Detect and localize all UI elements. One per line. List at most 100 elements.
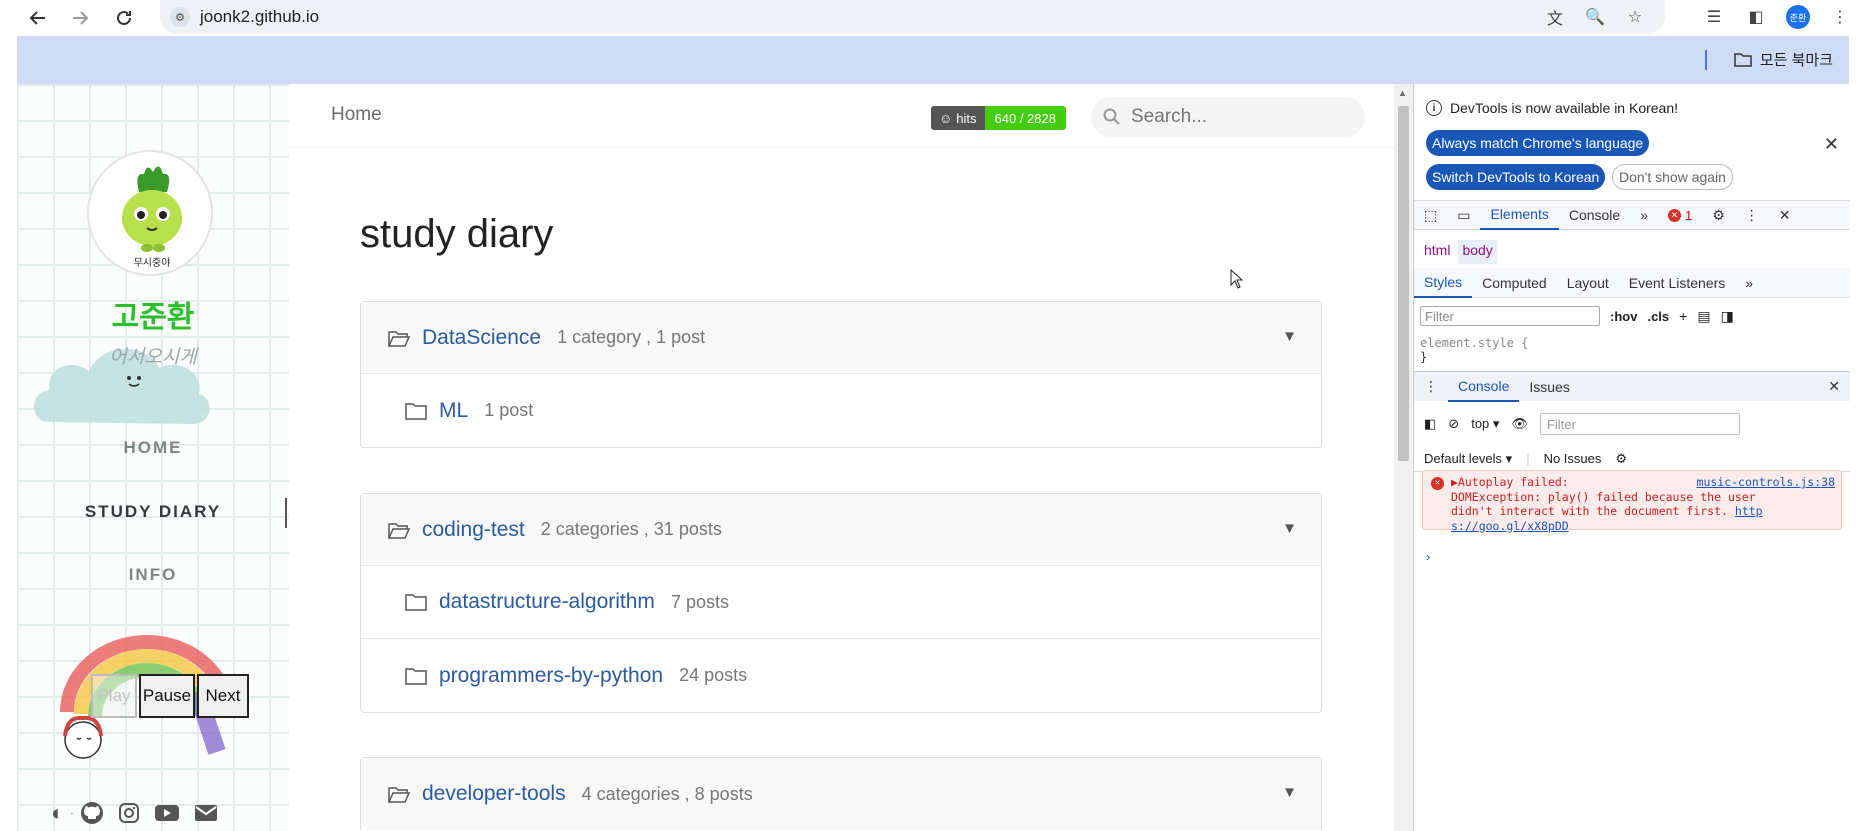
side-panel-icon[interactable]: ◧ xyxy=(1744,5,1768,29)
email-icon[interactable] xyxy=(194,804,218,822)
category-header[interactable]: coding-test 2 categories , 31 posts ▼ xyxy=(361,494,1321,566)
hov-toggle[interactable]: :hov xyxy=(1610,309,1637,324)
chevron-down-icon[interactable]: ▼ xyxy=(1282,784,1297,801)
devtools-language-notice: i DevTools is now available in Korean! xyxy=(1426,100,1678,116)
search-box[interactable] xyxy=(1091,97,1365,137)
subcategory-name[interactable]: programmers-by-python xyxy=(439,664,663,688)
category-name[interactable]: DataScience xyxy=(422,326,541,350)
drawer-tab-issues[interactable]: Issues xyxy=(1519,372,1579,402)
expand-triangle-icon[interactable]: ▶ xyxy=(1451,475,1458,489)
scroll-up-icon[interactable]: ▲ xyxy=(1398,88,1407,98)
folder-icon xyxy=(1734,53,1752,67)
social-links: ◐ · xyxy=(51,800,218,826)
crumb-html[interactable]: html xyxy=(1420,240,1454,264)
blog-sidebar: 무시중야 고준환 어서오시게 HOME STUDY DIARY INFO Pla… xyxy=(17,84,289,831)
tab-event-listeners[interactable]: Event Listeners xyxy=(1619,268,1736,298)
switch-to-korean-button[interactable]: Switch DevTools to Korean xyxy=(1426,164,1606,190)
error-help-link[interactable]: http xyxy=(1735,504,1763,518)
cls-toggle[interactable]: .cls xyxy=(1647,309,1669,324)
github-icon[interactable] xyxy=(80,801,104,825)
address-bar[interactable]: ⚙ joonk2.github.io 文 🔍 ☆ xyxy=(160,0,1665,34)
nav-study-diary[interactable]: STUDY DIARY xyxy=(17,502,289,522)
translate-icon[interactable]: 文 xyxy=(1543,5,1567,29)
styles-filter-input[interactable]: Filter xyxy=(1420,306,1600,326)
instagram-icon[interactable] xyxy=(118,802,140,824)
error-source-link[interactable]: music-controls.js:38 xyxy=(1697,475,1835,490)
nav-home[interactable]: HOME xyxy=(17,438,289,458)
scroll-thumb[interactable] xyxy=(1398,106,1409,461)
chevron-down-icon[interactable]: ▼ xyxy=(1282,328,1297,345)
category-name[interactable]: developer-tools xyxy=(422,782,566,806)
youtube-icon[interactable] xyxy=(154,803,180,823)
error-count: 1 xyxy=(1685,207,1693,223)
reload-icon xyxy=(117,10,131,25)
zoom-icon[interactable]: 🔍 xyxy=(1583,5,1607,29)
browser-toolbar: ⚙ joonk2.github.io 文 🔍 ☆ ☰ ◧ 준환 ⋮ xyxy=(0,0,1866,36)
close-drawer-icon[interactable]: ✕ xyxy=(1818,372,1850,402)
error-count-badge[interactable]: ✕ 1 xyxy=(1658,200,1702,230)
dont-show-again-button[interactable]: Don't show again xyxy=(1612,164,1733,190)
bookmark-star-icon[interactable]: ☆ xyxy=(1623,5,1647,29)
subcategory-name[interactable]: ML xyxy=(439,399,468,423)
live-expression-eye-icon[interactable]: 👁 xyxy=(1511,416,1528,432)
next-button[interactable]: Next xyxy=(197,674,249,718)
devtools-menu-icon[interactable]: ⋮ xyxy=(1735,200,1769,230)
inspect-element-icon[interactable]: ⬚ xyxy=(1414,200,1447,230)
category-name[interactable]: coding-test xyxy=(422,518,525,542)
chevron-down-icon[interactable]: ▼ xyxy=(1282,520,1297,537)
error-help-link-continued[interactable]: s://goo.gl/xX8pDD xyxy=(1451,519,1835,534)
console-sidebar-icon[interactable]: ◧ xyxy=(1424,416,1436,432)
avatar[interactable]: 무시중야 xyxy=(87,150,213,276)
browser-menu-icon[interactable]: ⋮ xyxy=(1828,5,1852,29)
console-filter-input[interactable]: Filter xyxy=(1539,413,1740,435)
breadcrumb[interactable]: Home xyxy=(331,104,382,126)
category-header[interactable]: developer-tools 4 categories , 8 posts ▼ xyxy=(361,758,1321,830)
media-control-icon[interactable]: ☰ xyxy=(1702,5,1726,29)
nav-info[interactable]: INFO xyxy=(17,565,289,585)
site-title[interactable]: 고준환 xyxy=(17,292,289,336)
drawer-menu-icon[interactable]: ⋮ xyxy=(1414,372,1448,402)
pause-button[interactable]: Pause xyxy=(139,674,195,718)
clear-console-icon[interactable]: ⊘ xyxy=(1448,416,1459,432)
error-icon: ✕ xyxy=(1431,477,1444,490)
profile-avatar[interactable]: 준환 xyxy=(1786,5,1810,29)
back-button[interactable] xyxy=(24,4,52,32)
subcategory-name[interactable]: datastructure-algorithm xyxy=(439,590,655,614)
element-style-selector: element.style { xyxy=(1420,336,1529,350)
tab-layout[interactable]: Layout xyxy=(1557,268,1619,298)
settings-gear-icon[interactable]: ⚙ xyxy=(1702,200,1735,230)
sidebar-toggle-icon[interactable]: ◨ xyxy=(1721,308,1734,325)
site-info-icon[interactable]: ⚙ xyxy=(170,7,190,27)
new-rule-icon[interactable]: + xyxy=(1679,308,1687,324)
forward-button[interactable] xyxy=(66,4,94,32)
crumb-body[interactable]: body xyxy=(1458,240,1497,264)
page-scrollbar[interactable]: ▲ xyxy=(1394,84,1413,831)
more-style-tabs-icon[interactable]: » xyxy=(1735,268,1763,298)
drawer-tab-console[interactable]: Console xyxy=(1448,372,1520,402)
context-selector[interactable]: top ▾ xyxy=(1471,416,1499,432)
close-devtools-icon[interactable]: ✕ xyxy=(1769,200,1801,230)
all-bookmarks-button[interactable]: 모든 북마크 xyxy=(1734,49,1833,70)
reload-button[interactable] xyxy=(110,4,138,32)
paint-icon[interactable]: ▤ xyxy=(1697,308,1710,325)
device-toolbar-icon[interactable]: ▭ xyxy=(1447,200,1480,230)
tab-elements[interactable]: Elements xyxy=(1480,200,1559,230)
theme-toggle-icon[interactable]: ◐ xyxy=(51,800,64,826)
console-settings-gear-icon[interactable]: ⚙ xyxy=(1615,451,1627,467)
always-match-language-button[interactable]: Always match Chrome's language xyxy=(1426,130,1650,156)
play-button[interactable]: Play xyxy=(91,674,137,718)
no-issues-label[interactable]: No Issues xyxy=(1544,451,1602,466)
tab-computed[interactable]: Computed xyxy=(1472,268,1557,298)
search-input[interactable] xyxy=(1131,106,1351,128)
more-tabs-icon[interactable]: » xyxy=(1630,200,1658,230)
subcategory-item[interactable]: datastructure-algorithm 7 posts xyxy=(361,566,1321,639)
close-notice-icon[interactable]: ✕ xyxy=(1824,134,1839,155)
tab-styles[interactable]: Styles xyxy=(1414,268,1473,298)
category-header[interactable]: DataScience 1 category , 1 post ▼ xyxy=(361,302,1321,374)
active-nav-indicator xyxy=(285,498,287,528)
default-levels-dropdown[interactable]: Default levels ▾ xyxy=(1424,451,1512,467)
subcategory-item[interactable]: programmers-by-python 24 posts xyxy=(361,639,1321,712)
tab-console[interactable]: Console xyxy=(1559,200,1630,230)
console-prompt-icon[interactable]: › xyxy=(1426,549,1430,564)
subcategory-item[interactable]: ML 1 post xyxy=(361,374,1321,447)
